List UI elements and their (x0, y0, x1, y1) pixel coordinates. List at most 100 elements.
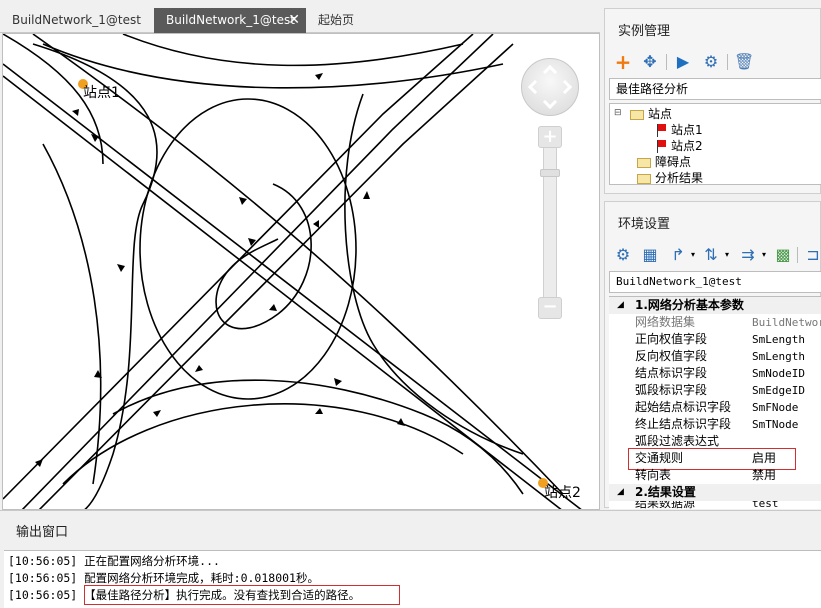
property-value: SmLength (752, 350, 805, 363)
road-edge (42, 143, 102, 485)
folder-icon (637, 173, 651, 184)
property-name: 起始结点标识字段 (635, 400, 732, 414)
toolbar-separator (797, 247, 798, 263)
zoom-slider[interactable] (543, 130, 557, 318)
folder-icon (637, 157, 651, 168)
settings-icon[interactable]: ⚙ (701, 51, 721, 73)
tab-start-page[interactable]: 起始页 (306, 8, 386, 33)
property-category-basic[interactable]: ◢ 1.网络分析基本参数 (609, 297, 821, 314)
property-row[interactable]: 弧段标识字段 SmEdgeID (609, 382, 821, 399)
app-window: BuildNetwork_1@test BuildNetwork_1@test … (0, 0, 821, 608)
tree-node-label: 分析结果 (655, 171, 704, 185)
road-edge (3, 75, 562, 509)
pan-up-icon[interactable] (542, 64, 558, 80)
output-window: 输出窗口 [10:56:05] 正在配置网络分析环境... [10:56:05]… (0, 510, 821, 608)
property-value: BuildNetwork (752, 316, 821, 329)
log-line: [10:56:05] 正在配置网络分析环境... (8, 554, 220, 568)
property-name: 结果数据源 (635, 501, 696, 510)
add-icon[interactable]: + (613, 51, 633, 73)
site-label-2: 站点2 (544, 485, 581, 501)
tab-buildnetwork-inactive[interactable]: BuildNetwork_1@test (0, 8, 150, 33)
tree-node-label: 站点2 (671, 139, 703, 153)
tree-node-label: 站点1 (671, 123, 703, 137)
instance-toolbar: + ✥ ▶ ⚙ 🗑 (613, 51, 763, 75)
property-row[interactable]: 反向权值字段 SmLength (609, 348, 821, 365)
collapse-icon[interactable]: ◢ (617, 484, 624, 501)
zoom-slider-handle[interactable] (540, 169, 560, 177)
network-icon[interactable]: ▦ (640, 244, 660, 266)
output-log[interactable]: [10:56:05] 正在配置网络分析环境... [10:56:05] 配置网络… (4, 550, 821, 608)
tab-buildnetwork-active[interactable]: BuildNetwork_1@test ✕ (154, 8, 306, 33)
zoom-out-button[interactable]: − (538, 297, 562, 319)
delete-icon[interactable]: 🗑 (734, 51, 754, 73)
tree-node-sites[interactable]: 站点 (630, 106, 672, 122)
zoom-in-button[interactable]: + (538, 126, 562, 148)
panel-title: 环境设置 (618, 217, 671, 232)
road-edge (215, 183, 312, 330)
tree-node-site1[interactable]: 站点1 (656, 122, 703, 138)
pan-left-icon[interactable] (527, 79, 543, 95)
property-name: 正向权值字段 (635, 332, 708, 346)
gear-icon[interactable]: ⚙ (613, 244, 633, 266)
run-icon[interactable]: ▶ (673, 51, 693, 73)
property-value: SmTNode (752, 418, 799, 431)
chevron-down-icon[interactable]: ▾ (717, 244, 737, 266)
tree-node-barriers[interactable]: 障碍点 (637, 154, 691, 170)
environment-settings-panel: 环境设置 ⚙ ▦ ↱ ▾ ⇅ ▾ ⇉ ▾ ▩ ⊐ BuildNetwork_1@… (604, 201, 821, 510)
collapse-icon[interactable]: ⊟ (614, 108, 622, 118)
road-edge (112, 379, 524, 495)
document-tab-bar: BuildNetwork_1@test BuildNetwork_1@test … (0, 0, 600, 33)
road-edge (38, 43, 514, 509)
property-row[interactable]: 网络数据集 BuildNetwork (609, 314, 821, 331)
road-network (3, 34, 582, 509)
chevron-down-icon[interactable]: ▾ (754, 244, 774, 266)
move-icon[interactable]: ✥ (640, 51, 660, 73)
property-row[interactable]: 起始结点标识字段 SmFNode (609, 399, 821, 416)
property-row[interactable]: 结点标识字段 SmNodeID (609, 365, 821, 382)
grid-icon[interactable]: ▩ (773, 244, 793, 266)
road-edge (139, 98, 357, 400)
road-edge (21, 34, 494, 509)
property-name: 终止结点标识字段 (635, 417, 732, 431)
env-toolbar: ⚙ ▦ ↱ ▾ ⇅ ▾ ⇉ ▾ ▩ ⊐ (613, 244, 821, 268)
property-row[interactable]: 终止结点标识字段 SmTNode (609, 416, 821, 433)
tab-label: 起始页 (318, 13, 355, 27)
tree-node-site2[interactable]: 站点2 (656, 138, 703, 154)
network-select[interactable]: BuildNetwork_1@test (609, 271, 821, 293)
tab-label: BuildNetwork_1@test (12, 13, 141, 27)
tree-node-label: 站点 (648, 107, 673, 121)
pan-right-icon[interactable] (557, 79, 573, 95)
property-category-result[interactable]: ◢ 2.结果设置 (609, 484, 821, 501)
highlight-box (84, 585, 400, 605)
property-row[interactable]: 正向权值字段 SmLength (609, 331, 821, 348)
property-name: 反向权值字段 (635, 349, 708, 363)
map-view[interactable]: 站点1 站点2 + − (2, 33, 600, 510)
flag-icon (656, 140, 667, 153)
property-row[interactable]: 转向表 禁用 (609, 467, 821, 484)
property-name: 结点标识字段 (635, 366, 708, 380)
site-label-1: 站点1 (83, 85, 120, 101)
chevron-down-icon[interactable]: ▾ (683, 244, 703, 266)
toolbar-separator (666, 54, 667, 70)
category-label: 2.结果设置 (635, 485, 696, 499)
tool-icon[interactable]: ⊐ (803, 244, 821, 266)
property-value: SmNodeID (752, 367, 805, 380)
collapse-icon[interactable]: ◢ (617, 297, 624, 314)
output-title: 输出窗口 (16, 525, 69, 540)
property-row[interactable]: 结果数据源 test (609, 501, 821, 510)
property-value: SmEdgeID (752, 384, 805, 397)
property-value: 禁用 (752, 468, 777, 482)
property-value: SmLength (752, 333, 805, 346)
road-edge (62, 403, 464, 485)
tree-node-results[interactable]: 分析结果 (637, 170, 703, 186)
property-name: 转向表 (635, 468, 672, 482)
pan-control[interactable] (521, 58, 579, 116)
pan-down-icon[interactable] (542, 94, 558, 110)
instance-manager-panel: 实例管理 + ✥ ▶ ⚙ 🗑 最佳路径分析 ⊟ 站点 站点1 站点2 障碍点 分… (604, 8, 821, 194)
close-icon[interactable]: ✕ (288, 8, 300, 33)
property-name: 弧段标识字段 (635, 383, 708, 397)
folder-icon (630, 109, 644, 120)
tree-node-label: 障碍点 (655, 155, 692, 169)
analysis-type-select[interactable]: 最佳路径分析 (609, 78, 821, 100)
category-label: 1.网络分析基本参数 (635, 298, 744, 312)
